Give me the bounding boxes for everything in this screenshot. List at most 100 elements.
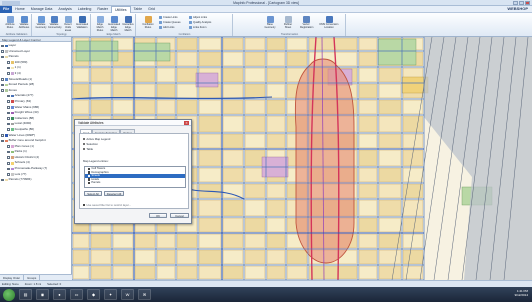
layer-checkbox-icon[interactable]	[7, 61, 10, 64]
layer-checkbox-icon[interactable]	[7, 150, 10, 154]
vector-registration-button[interactable]: Vector Registration	[300, 16, 313, 30]
legend-entries-list[interactable]: Cell Towers Demographics Streets Hotels …	[84, 166, 186, 188]
layer-checkbox-icon[interactable]	[7, 111, 10, 115]
selection-radio[interactable]: Selection	[83, 142, 98, 146]
layer-item[interactable]: Parcels (770984)	[1, 177, 70, 183]
dms-conversion-button[interactable]: DMS Conversion Location	[319, 16, 339, 30]
layer-checkbox-icon[interactable]	[1, 50, 4, 53]
quality-analysis-button[interactable]: Quality Analysis	[189, 21, 211, 24]
base-geometry-button[interactable]: Base Geometry	[264, 16, 276, 30]
links-zoom-button[interactable]: Links Zoom	[189, 26, 206, 29]
mapinfo-icon[interactable]: ◆	[87, 289, 100, 300]
table-radio[interactable]: Table	[83, 147, 93, 151]
dialog-close-button[interactable]: ✕	[184, 120, 189, 125]
tab-grid[interactable]: Grid	[145, 7, 158, 11]
folder-icon[interactable]: ▭	[70, 289, 83, 300]
attribute-rules-button[interactable]: Attribute Rules	[4, 16, 16, 30]
layer-swatch-icon	[10, 106, 14, 109]
layer-checkbox-icon[interactable]	[1, 78, 4, 81]
layer-checkbox-icon[interactable]	[7, 100, 10, 104]
layer-checkbox-icon[interactable]	[7, 66, 10, 70]
layer-checkbox-icon[interactable]	[7, 173, 10, 176]
create-links-button[interactable]: Create Links	[159, 16, 178, 19]
minimize-button[interactable]	[513, 1, 518, 5]
detect-voids-button[interactable]: Detect Voids areas	[62, 16, 74, 32]
parcel-block	[403, 250, 423, 264]
tab-table[interactable]: Table	[131, 7, 146, 11]
parcel-block	[113, 68, 133, 82]
create-queues-button[interactable]: Create Queues	[159, 21, 181, 24]
layer-checkbox-icon[interactable]	[7, 122, 10, 126]
tab-utilities[interactable]: Utilities	[110, 5, 131, 13]
parcel-block	[379, 250, 401, 264]
adjust-links-button[interactable]: Adjust Links	[189, 16, 207, 19]
parcel-block	[223, 100, 243, 114]
layer-checkbox-icon[interactable]	[1, 178, 4, 182]
automated-validation-button[interactable]: Automated Validation	[76, 16, 88, 30]
deselect-all-button[interactable]: Deselect All	[104, 191, 124, 196]
mail-icon[interactable]: ✉	[138, 289, 151, 300]
layer-swatch-icon	[4, 139, 8, 143]
automated-edge-match-button[interactable]: Automated Edge Match	[108, 16, 120, 32]
parcel-block	[135, 250, 155, 264]
layer-swatch-icon	[10, 66, 14, 70]
word-icon[interactable]: W	[121, 289, 134, 300]
parcel-block	[199, 234, 221, 248]
parcel-block	[245, 68, 265, 82]
validate-attributes-button[interactable]: Validate Attributes	[18, 16, 30, 30]
ok-button[interactable]: OK	[149, 213, 167, 218]
saved-filter-checkbox[interactable]: Use saved filter list to restrict layer.…	[83, 203, 131, 207]
status-bar: Editing: None Zoom: 1.8 mi Selected: 0	[0, 280, 532, 287]
layer-checkbox-icon[interactable]	[7, 145, 10, 148]
layer-checkbox-icon[interactable]	[1, 44, 4, 48]
tab-manage-data[interactable]: Manage Data	[28, 7, 56, 11]
tab-raster[interactable]: Raster	[94, 7, 111, 11]
rubber-sheet-button[interactable]: Rubber Sheet	[282, 16, 294, 30]
edge-match-rules-button[interactable]: Edge Match Rules	[94, 16, 106, 32]
radio-icon	[83, 142, 86, 146]
layer-swatch-icon	[10, 111, 14, 115]
layer-checkbox-icon[interactable]	[7, 72, 10, 76]
validate-geometry-button[interactable]: Validate Geometry	[35, 16, 47, 30]
ribbon-group-attribute-validation: Attribute Rules Validate Attributes Attr…	[2, 14, 32, 36]
layer-checkbox-icon[interactable]	[1, 139, 4, 143]
validate-connectivity-button[interactable]: Validate Connectivity	[48, 16, 62, 30]
tab-labeling[interactable]: Labeling	[75, 7, 95, 11]
layer-checkbox-icon[interactable]	[1, 83, 4, 87]
active-map-legend-radio[interactable]: Active Map Legend	[83, 137, 110, 141]
parcel-block	[359, 134, 377, 148]
add-links-button[interactable]: Add Links	[159, 26, 174, 29]
settings-icon[interactable]: ✦	[104, 289, 117, 300]
maximize-button[interactable]	[519, 1, 524, 5]
parcel-block	[177, 234, 197, 248]
layer-checkbox-icon[interactable]	[7, 128, 10, 131]
layer-checkbox-icon[interactable]	[7, 161, 10, 165]
layer-checkbox-icon[interactable]	[1, 55, 4, 59]
layer-checkbox-icon[interactable]	[7, 156, 10, 159]
tab-analysis[interactable]: Analysis	[55, 7, 74, 11]
geometry-icon	[37, 16, 45, 23]
layer-checkbox-icon[interactable]	[1, 89, 4, 92]
layer-checkbox-icon[interactable]	[7, 94, 10, 98]
layer-checkbox-icon[interactable]	[1, 134, 4, 137]
explorer-icon[interactable]: ▤	[19, 289, 32, 300]
firefox-icon[interactable]: ●	[53, 289, 66, 300]
parcel-block	[309, 266, 357, 279]
layer-checkbox-icon[interactable]	[7, 117, 10, 120]
tab-home[interactable]: Home	[12, 7, 28, 11]
layer-checkbox-icon[interactable]	[7, 106, 10, 109]
close-window-button[interactable]	[525, 1, 530, 5]
interactive-edge-match-button[interactable]: Interactive Edge Match	[122, 16, 134, 32]
layer-checkbox-icon[interactable]	[7, 167, 10, 171]
cancel-button[interactable]: Cancel	[170, 213, 189, 218]
voids-icon	[64, 16, 72, 23]
conflation-rules-button[interactable]: Conflation Rules	[142, 16, 154, 30]
parcel-block	[223, 116, 243, 132]
browser-icon[interactable]: ◉	[36, 289, 49, 300]
file-tab[interactable]: File	[0, 5, 13, 13]
start-button[interactable]	[3, 288, 15, 301]
parcel-block	[91, 266, 111, 279]
parcel-block	[177, 84, 197, 98]
list-item[interactable]: Parcels	[85, 181, 185, 185]
select-all-button[interactable]: Select All	[84, 191, 102, 196]
